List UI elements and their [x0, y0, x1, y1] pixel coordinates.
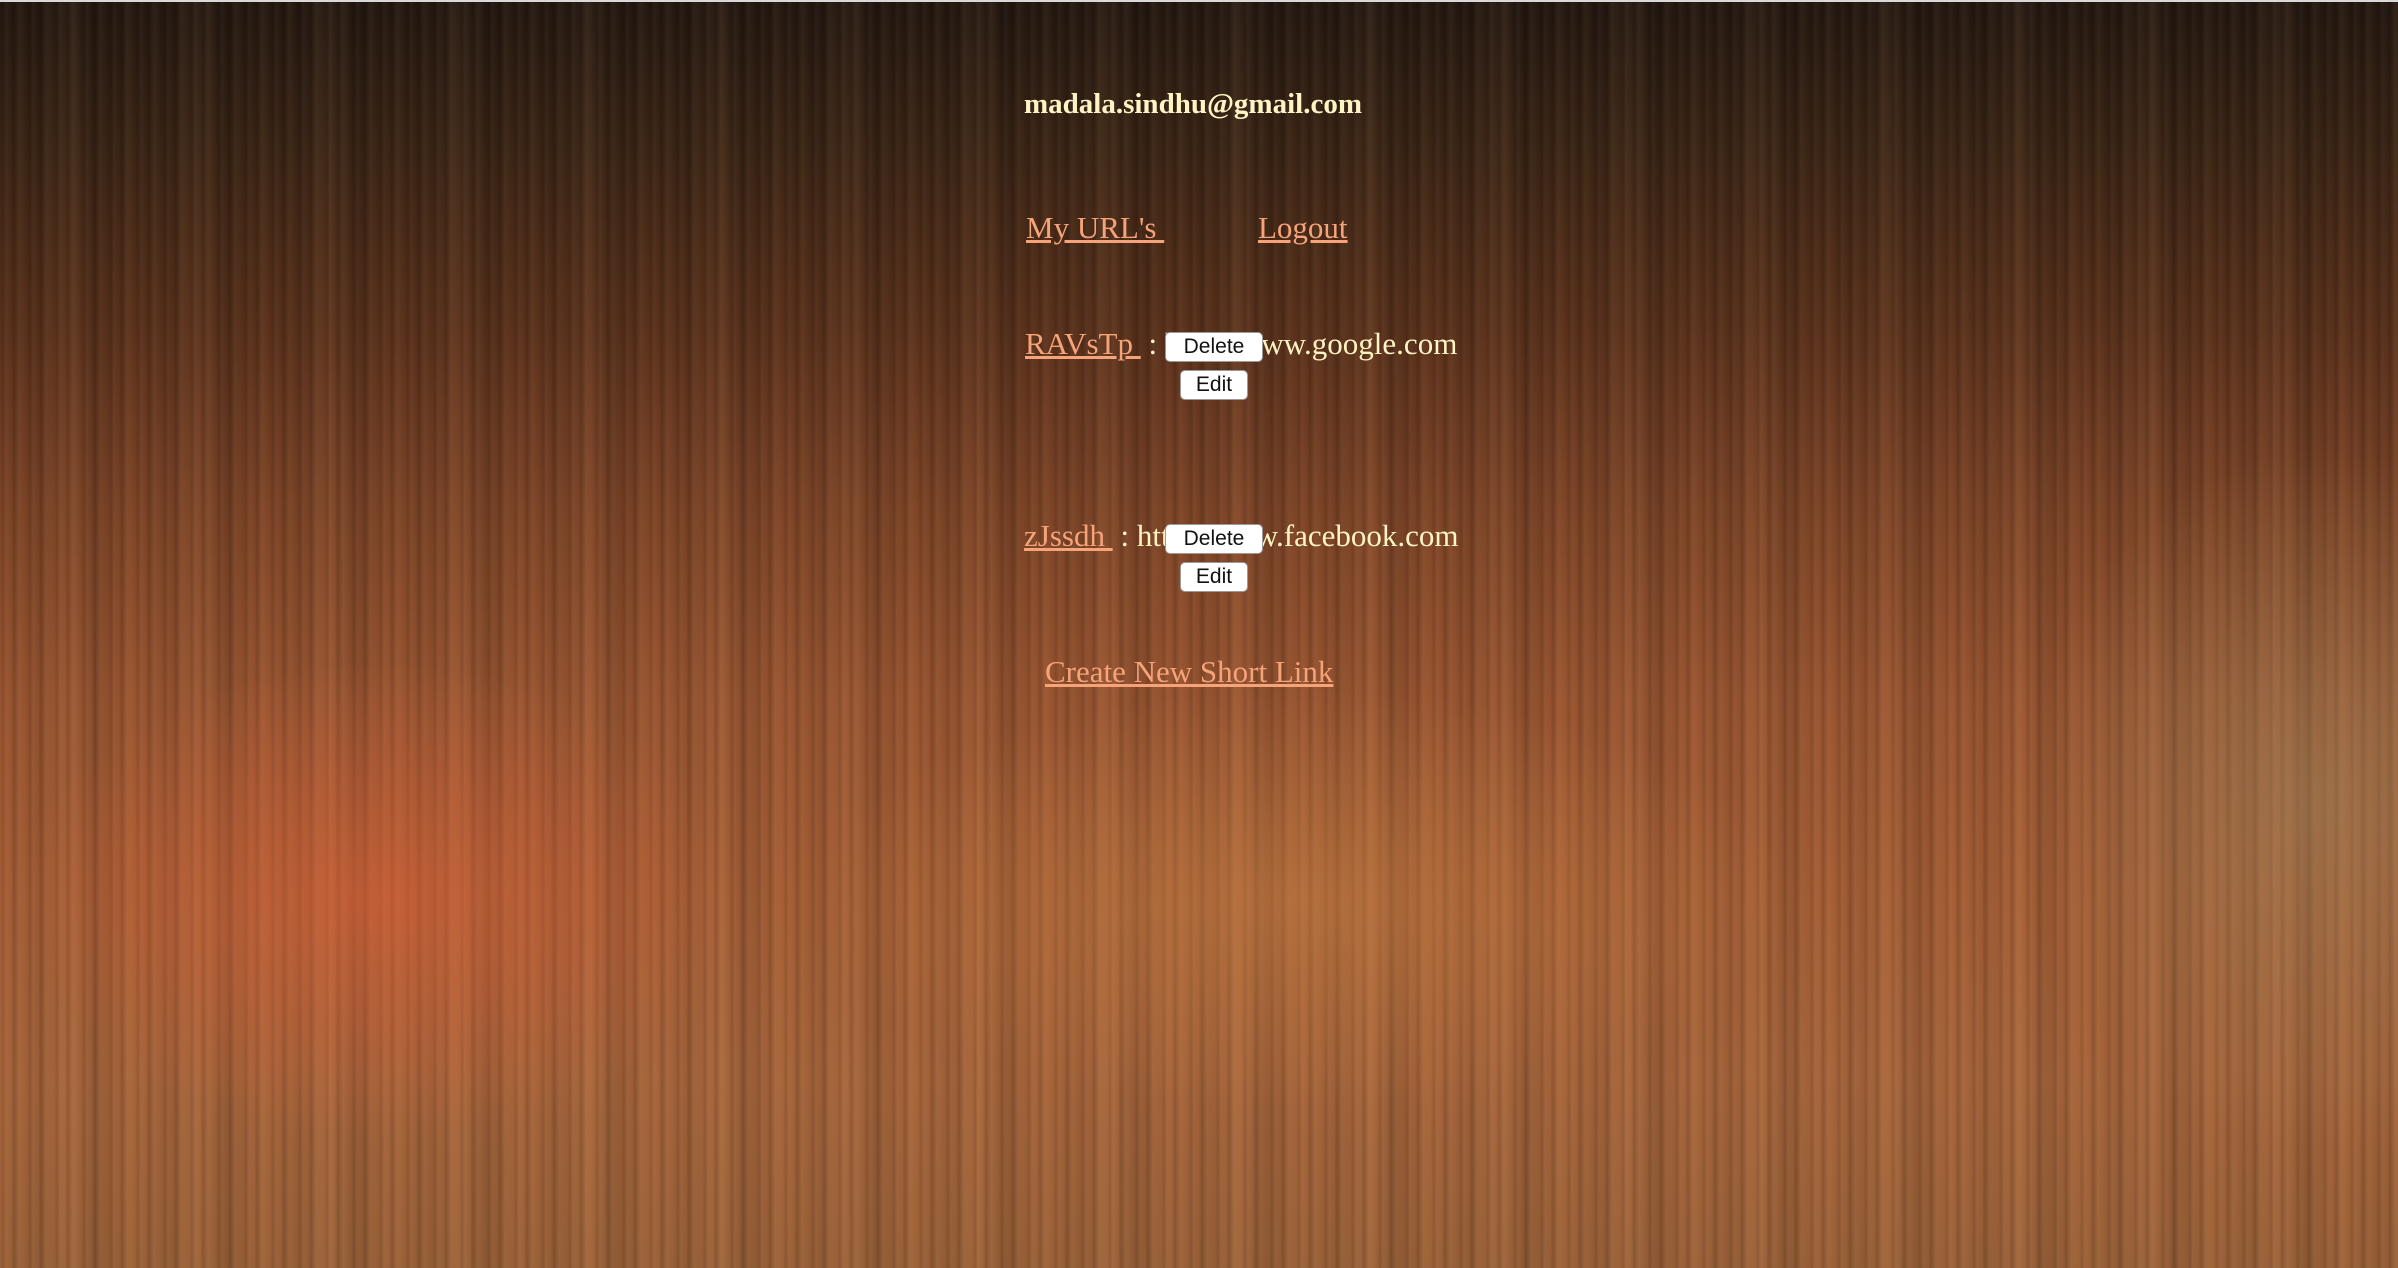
my-urls-link[interactable]: My URL's [1026, 210, 1164, 246]
short-link[interactable]: RAVsTp [1025, 326, 1141, 361]
url-separator: : [1112, 518, 1137, 553]
delete-button[interactable]: Delete [1165, 332, 1263, 362]
url-separator: : [1140, 326, 1165, 361]
user-email: madala.sindhu@gmail.com [1024, 88, 1362, 120]
short-link[interactable]: zJssdh [1024, 518, 1113, 553]
delete-button[interactable]: Delete [1165, 524, 1263, 554]
edit-button[interactable]: Edit [1180, 370, 1248, 400]
create-short-link[interactable]: Create New Short Link [1045, 654, 1333, 689]
logout-link[interactable]: Logout [1258, 210, 1348, 246]
window-top-border [0, 0, 2398, 2]
edit-button[interactable]: Edit [1180, 562, 1248, 592]
create-area: Create New Short Link [1045, 654, 1333, 690]
